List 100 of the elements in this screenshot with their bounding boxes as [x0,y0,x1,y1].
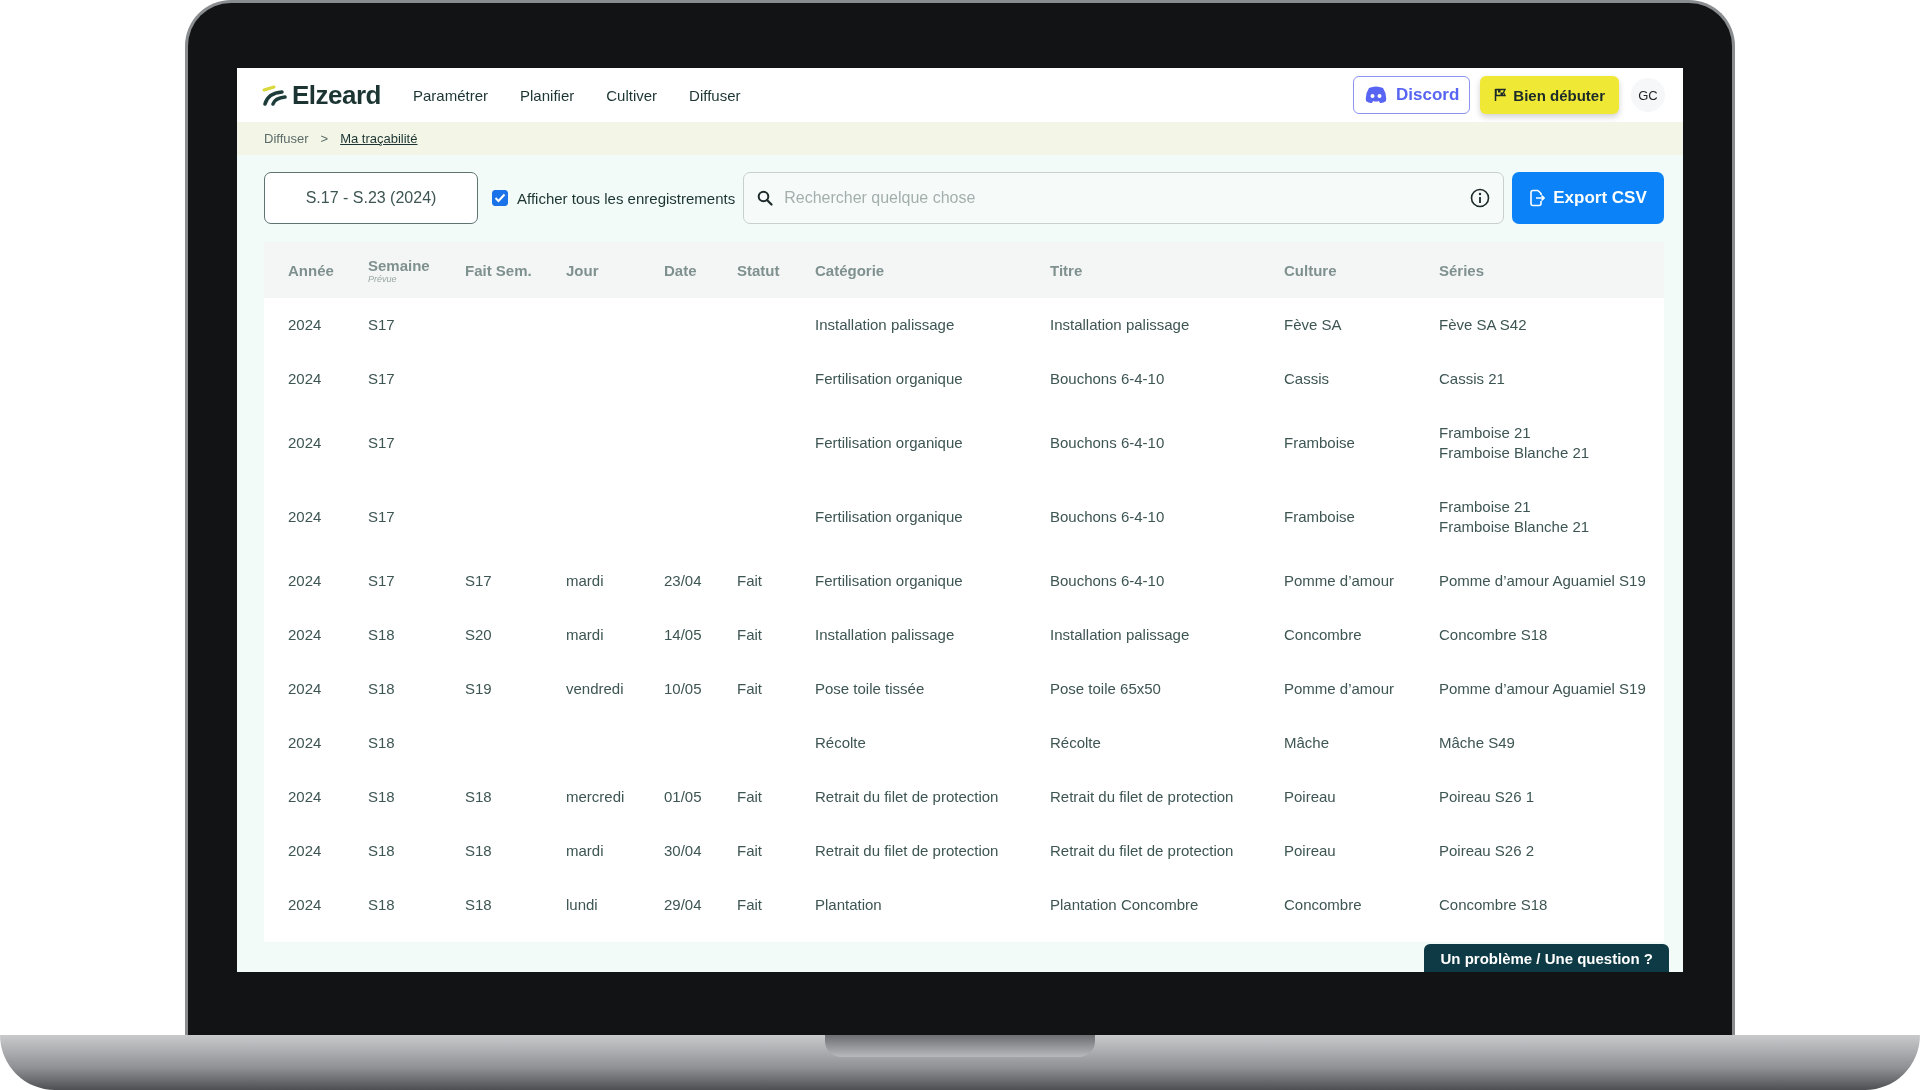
table-cell: S20 [465,625,492,645]
table-cell: 2024 [288,433,322,453]
breadcrumb-link[interactable]: Ma traçabilité [340,131,418,146]
table-cell: Poireau S26 1 [1439,787,1535,807]
table-cell: Fertilisation organique [815,369,963,389]
table-cell: Pomme d’amour Aguamiel S19 [1439,679,1646,699]
table-cell: Framboise Blanche 21 [1439,443,1590,463]
table-cell: Bouchons 6-4-10 [1050,571,1165,591]
table-cell: Fertilisation organique [815,571,963,591]
table-cell: mardi [566,571,604,591]
table-cell: 2024 [288,679,322,699]
table-cell: Retrait du filet de protection [815,787,999,807]
column-header: Titre [1050,261,1083,279]
table-cell: Poireau S26 2 [1439,841,1535,861]
column-header: Date [664,261,697,279]
table-cell: Concombre S18 [1439,895,1548,915]
table-cell: S18 [368,679,395,699]
column-header: Jour [566,261,599,279]
table-cell: 2024 [288,507,322,527]
logo-text[interactable]: Elzeard [292,79,381,111]
table-cell: S19 [465,679,492,699]
table-cell: S18 [368,787,395,807]
table-cell: Concombre [1284,625,1362,645]
table-cell: Poireau [1284,841,1336,861]
table-cell: 01/05 [664,787,702,807]
table-cell: Poireau [1284,787,1336,807]
table-cell: Fertilisation organique [815,433,963,453]
checkbox-label: Afficher tous les enregistrements [517,189,736,207]
table-cell: Framboise Blanche 21 [1439,517,1590,537]
table-cell: vendredi [566,679,624,699]
table-cell: Concombre S18 [1439,625,1548,645]
column-header: Semaine [368,256,430,274]
column-header: Fait Sem. [465,261,532,279]
table-cell: Pose toile 65x50 [1050,679,1161,699]
table-cell: Installation palissage [815,315,955,335]
column-header: Catégorie [815,261,885,279]
breadcrumb-item: Diffuser [264,131,309,146]
checkbox[interactable] [492,190,508,206]
table-cell: S17 [465,571,492,591]
nav-link[interactable]: Paramétrer [413,86,489,104]
table-cell: S18 [465,895,492,915]
table-cell: Fait [737,787,762,807]
logo-icon [262,84,288,106]
table-cell: Installation palissage [1050,625,1190,645]
table-cell: Fève SA [1284,315,1342,335]
table-cell: Bouchons 6-4-10 [1050,507,1165,527]
table-cell: S17 [368,433,395,453]
table-cell: Framboise [1284,507,1355,527]
table-cell: 2024 [288,369,322,389]
table-cell: 30/04 [664,841,702,861]
column-header: Statut [737,261,780,279]
gamepad-icon [1364,86,1388,104]
table-cell: Installation palissage [1050,315,1190,335]
table-cell: 10/05 [664,679,702,699]
table-cell: Installation palissage [815,625,955,645]
table-cell: Framboise [1284,433,1355,453]
table-cell: Pomme d’amour [1284,571,1395,591]
table-cell: Bouchons 6-4-10 [1050,369,1165,389]
period-selector[interactable]: S.17 - S.23 (2024) [264,172,478,224]
help-button[interactable]: Un problème / Une question ? [1424,944,1669,972]
export-button[interactable]: Export CSV [1512,172,1664,224]
table-cell: Retrait du filet de protection [815,841,999,861]
search-field[interactable]: Rechercher quelque chose [743,172,1504,224]
table-cell: 2024 [288,315,322,335]
table-cell: S17 [368,571,395,591]
table-cell: mardi [566,625,604,645]
file-export-icon [1529,189,1546,207]
breadcrumb-item: > [320,131,329,146]
table-cell: 2024 [288,841,322,861]
table-cell: S18 [465,841,492,861]
table-cell: Framboise 21 [1439,423,1531,443]
user-avatar[interactable]: GC [1631,78,1665,112]
get-started-button[interactable]: Bien débuter [1480,76,1619,114]
table-cell: Mâche S49 [1439,733,1515,753]
table-cell: Mâche [1284,733,1330,753]
table-cell: Pomme d’amour Aguamiel S19 [1439,571,1646,591]
column-header: Culture [1284,261,1337,279]
table-cell: S18 [368,625,395,645]
table-cell: Cassis 21 [1439,369,1505,389]
table-cell: Fait [737,895,762,915]
discord-button[interactable]: Discord [1353,76,1471,114]
table-cell: Bouchons 6-4-10 [1050,433,1165,453]
info-icon[interactable] [1470,188,1490,208]
table-cell: Concombre [1284,895,1362,915]
table-cell: Cassis [1284,369,1329,389]
nav-link[interactable]: Diffuser [689,86,741,104]
table-cell: S17 [368,315,395,335]
table-cell: Fait [737,841,762,861]
table-cell: mardi [566,841,604,861]
table-cell: S18 [368,841,395,861]
table-cell: 2024 [288,733,322,753]
table-cell: S17 [368,369,395,389]
search-icon [757,190,774,206]
table-cell: Pomme d’amour [1284,679,1395,699]
table-cell: Récolte [1050,733,1101,753]
column-header: Année [288,261,334,279]
nav-link[interactable]: Planifier [520,86,575,104]
table-cell: 2024 [288,625,322,645]
table-cell: Fait [737,679,762,699]
nav-link[interactable]: Cultiver [606,86,658,104]
